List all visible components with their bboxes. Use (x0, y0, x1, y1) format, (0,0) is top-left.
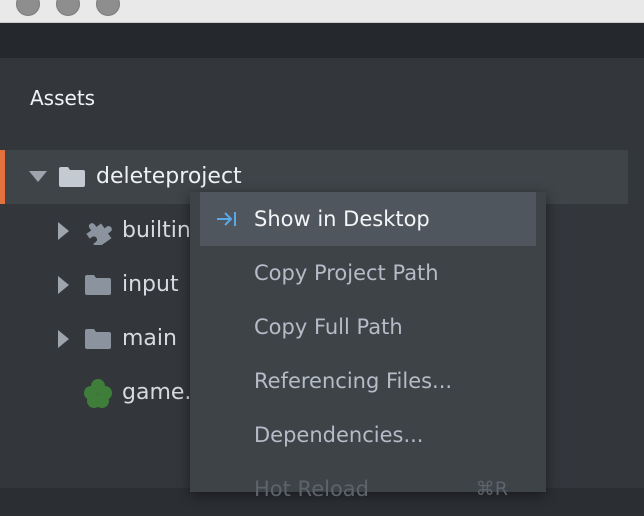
expand-arrow-right-icon[interactable] (58, 312, 70, 366)
expand-arrow-right-icon[interactable] (58, 204, 70, 258)
menu-item-label: Referencing Files... (254, 369, 453, 393)
close-window-button[interactable] (16, 0, 40, 16)
menu-item-label: Dependencies... (254, 423, 424, 447)
menu-item-dependencies[interactable]: Dependencies... (200, 408, 536, 462)
selection-marker (0, 150, 5, 204)
show-in-desktop-icon (216, 192, 238, 246)
menu-item-copy-project-path[interactable]: Copy Project Path (200, 246, 536, 300)
puzzle-icon (84, 204, 112, 258)
toolbar (0, 23, 644, 58)
game-project-icon (83, 366, 113, 420)
menu-item-hot-reload[interactable]: Hot Reload ⌘R (200, 462, 536, 516)
menu-item-label: Copy Full Path (254, 315, 403, 339)
expand-arrow-right-icon[interactable] (58, 258, 70, 312)
minimize-window-button[interactable] (56, 0, 80, 16)
window-titlebar (0, 0, 644, 23)
tree-item-label: game. (122, 380, 192, 405)
assets-panel-title: Assets (30, 86, 96, 110)
menu-item-label: Hot Reload (254, 477, 369, 501)
expand-arrow-down-icon[interactable] (29, 150, 47, 204)
context-menu: Show in Desktop Copy Project Path Copy F… (190, 192, 546, 501)
menu-item-shortcut: ⌘R (475, 478, 508, 500)
folder-icon (85, 258, 111, 312)
tree-item-label: builtin (122, 218, 191, 243)
menu-item-label: Show in Desktop (254, 207, 430, 231)
folder-icon (85, 312, 111, 366)
menu-item-copy-full-path[interactable]: Copy Full Path (200, 300, 536, 354)
menu-item-label: Copy Project Path (254, 261, 439, 285)
zoom-window-button[interactable] (96, 0, 120, 16)
menu-item-show-in-desktop[interactable]: Show in Desktop (200, 192, 536, 246)
tree-item-label: main (122, 326, 177, 351)
folder-icon (59, 150, 85, 204)
tree-item-label: input (122, 272, 179, 297)
menu-item-referencing-files[interactable]: Referencing Files... (200, 354, 536, 408)
